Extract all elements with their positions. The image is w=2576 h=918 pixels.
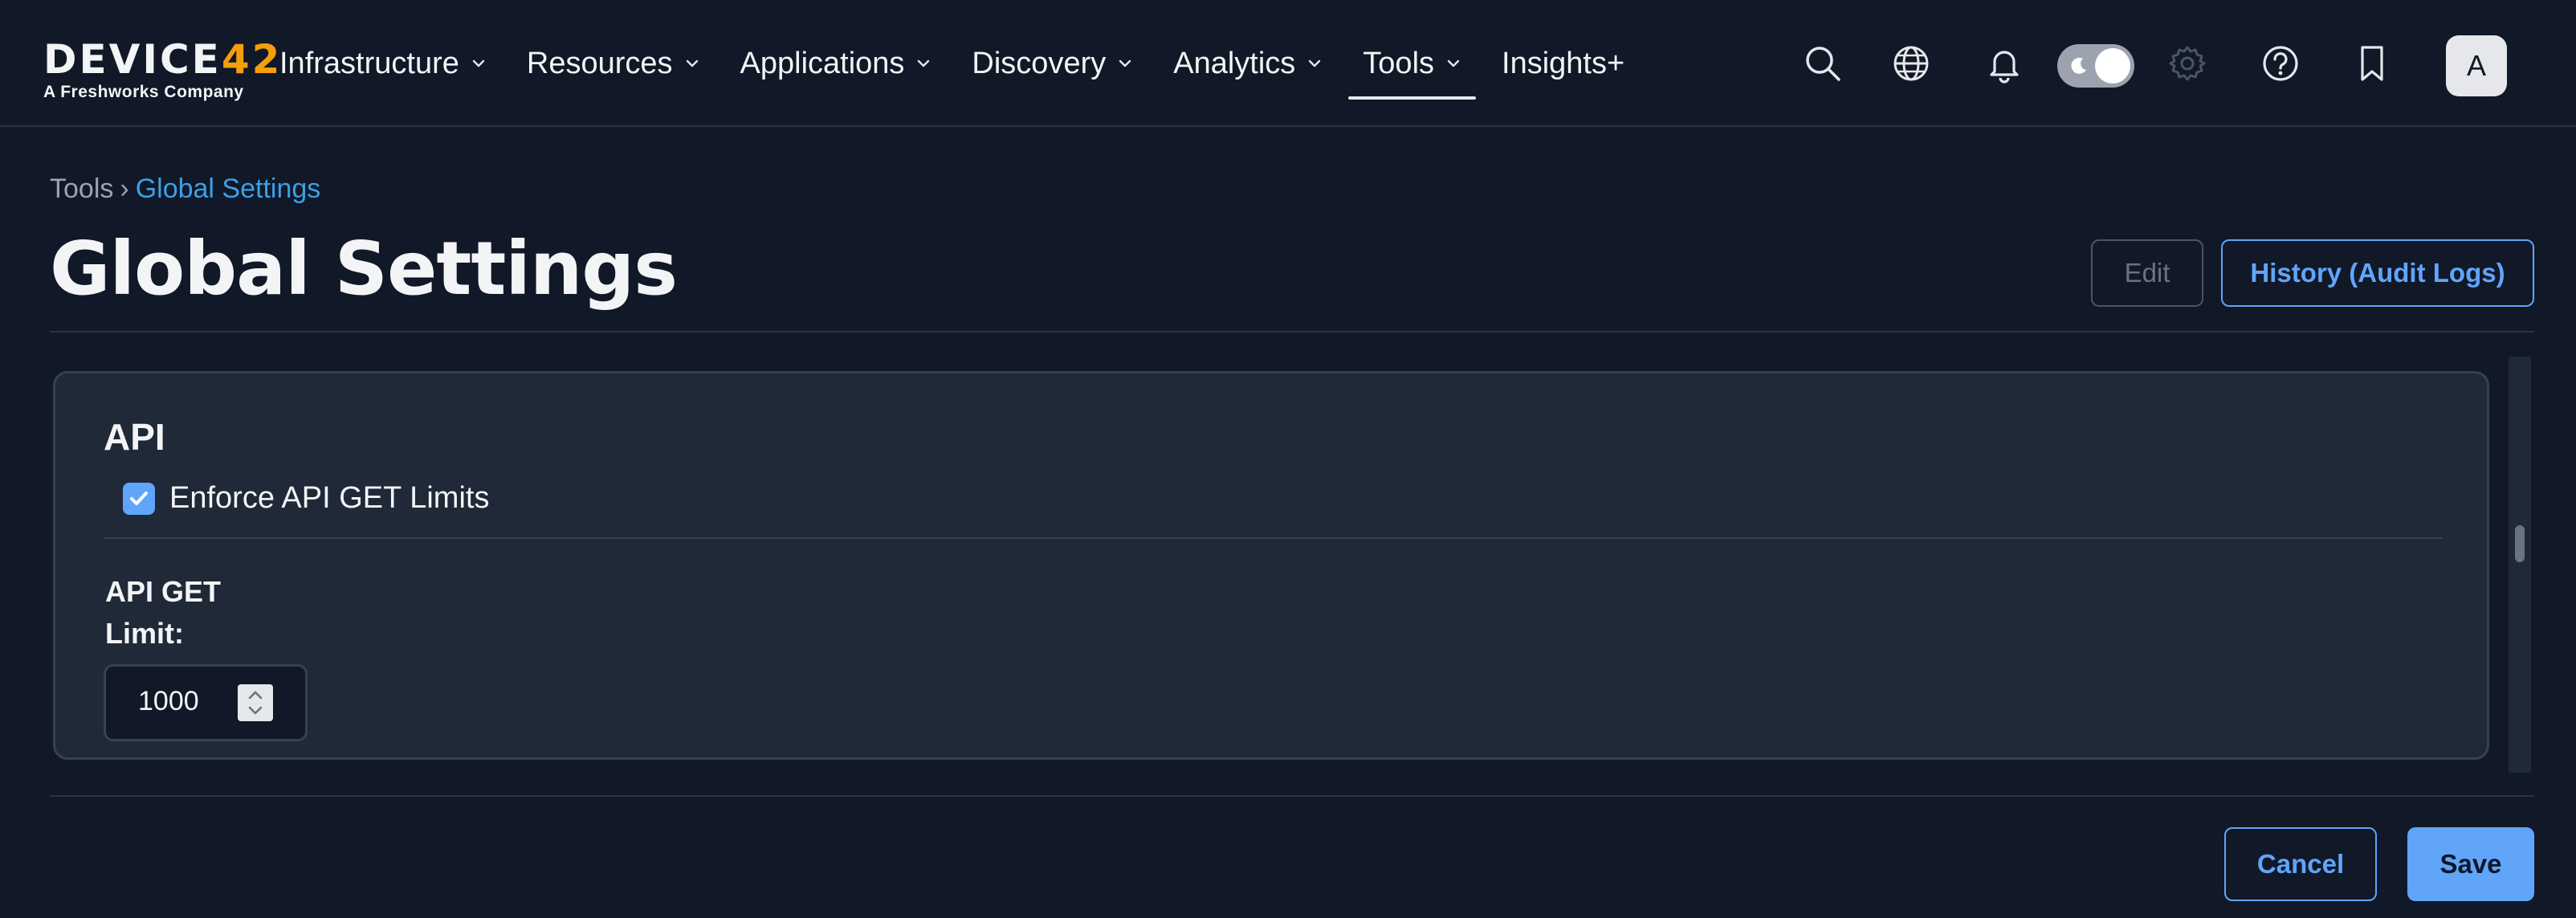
header-divider	[50, 331, 2534, 333]
bell-icon[interactable]	[1983, 43, 2025, 84]
breadcrumb-tools[interactable]: Tools	[50, 173, 113, 204]
nav-label: Resources	[526, 46, 673, 80]
nav-insights[interactable]: Insights+	[1502, 0, 1624, 127]
nav-label: Tools	[1363, 46, 1435, 80]
card-divider	[104, 537, 2442, 539]
nav-analytics[interactable]: Analytics	[1173, 0, 1323, 127]
api-get-limit-input[interactable]	[138, 686, 234, 717]
chevron-down-icon	[1309, 59, 1321, 67]
chevron-down-icon	[1119, 59, 1131, 67]
help-icon[interactable]	[2260, 43, 2301, 84]
logo-wordmark: DEVICE42	[43, 36, 283, 83]
api-get-limit-label: API GET Limit:	[105, 575, 222, 650]
cancel-button[interactable]: Cancel	[2224, 827, 2377, 901]
footer-divider	[50, 795, 2534, 797]
save-button[interactable]: Save	[2407, 827, 2534, 901]
nav-discovery[interactable]: Discovery	[972, 0, 1133, 127]
breadcrumb-separator: ›	[120, 173, 129, 204]
search-icon[interactable]	[1802, 43, 1844, 84]
toggle-knob	[2095, 48, 2130, 84]
section-title-api: API	[104, 416, 165, 458]
api-settings-card: API Enforce API GET Limits API GET Limit…	[53, 371, 2489, 760]
chevron-down-icon	[472, 59, 485, 67]
scrollbar[interactable]	[2509, 357, 2531, 773]
bookmark-icon[interactable]	[2351, 43, 2393, 84]
theme-toggle[interactable]	[2057, 44, 2134, 88]
nav-label: Infrastructure	[279, 46, 459, 80]
nav-resources[interactable]: Resources	[527, 0, 700, 127]
avatar[interactable]: A	[2446, 35, 2507, 96]
api-get-limit-stepper[interactable]	[104, 664, 308, 741]
nav-tools[interactable]: Tools	[1348, 0, 1476, 127]
history-audit-logs-button[interactable]: History (Audit Logs)	[2221, 239, 2534, 307]
scrollbar-thumb[interactable]	[2515, 525, 2525, 562]
logo-tagline: A Freshworks Company	[43, 83, 244, 101]
edit-button[interactable]: Edit	[2091, 239, 2203, 307]
globe-icon[interactable]	[1890, 43, 1932, 84]
nav-label: Applications	[740, 46, 905, 80]
nav-applications[interactable]: Applications	[740, 0, 932, 127]
breadcrumb: Tools › Global Settings	[50, 173, 320, 205]
checkmark-icon	[130, 492, 148, 505]
nav-label: Discovery	[972, 46, 1107, 80]
breadcrumb-global-settings[interactable]: Global Settings	[136, 173, 321, 204]
gear-icon[interactable]	[2166, 43, 2208, 84]
nav-label: Insights+	[1502, 46, 1625, 80]
chevron-down-icon	[918, 59, 930, 67]
enforce-api-get-limits-checkbox[interactable]	[123, 483, 155, 515]
nav-label: Analytics	[1173, 46, 1296, 80]
stepper-arrows-icon[interactable]	[238, 684, 273, 721]
nav-infrastructure[interactable]: Infrastructure	[279, 0, 487, 127]
device42-logo[interactable]: DEVICE42 A Freshworks Company	[43, 36, 283, 104]
moon-icon	[2071, 57, 2086, 74]
chevron-down-icon	[1447, 59, 1460, 67]
page-title: Global Settings	[50, 226, 678, 312]
chevron-down-icon	[686, 59, 698, 67]
main-menu: Infrastructure Resources Applications Di…	[279, 0, 1665, 127]
top-navigation: DEVICE42 A Freshworks Company Infrastruc…	[0, 0, 2576, 127]
enforce-api-get-limits-label[interactable]: Enforce API GET Limits	[169, 481, 489, 516]
